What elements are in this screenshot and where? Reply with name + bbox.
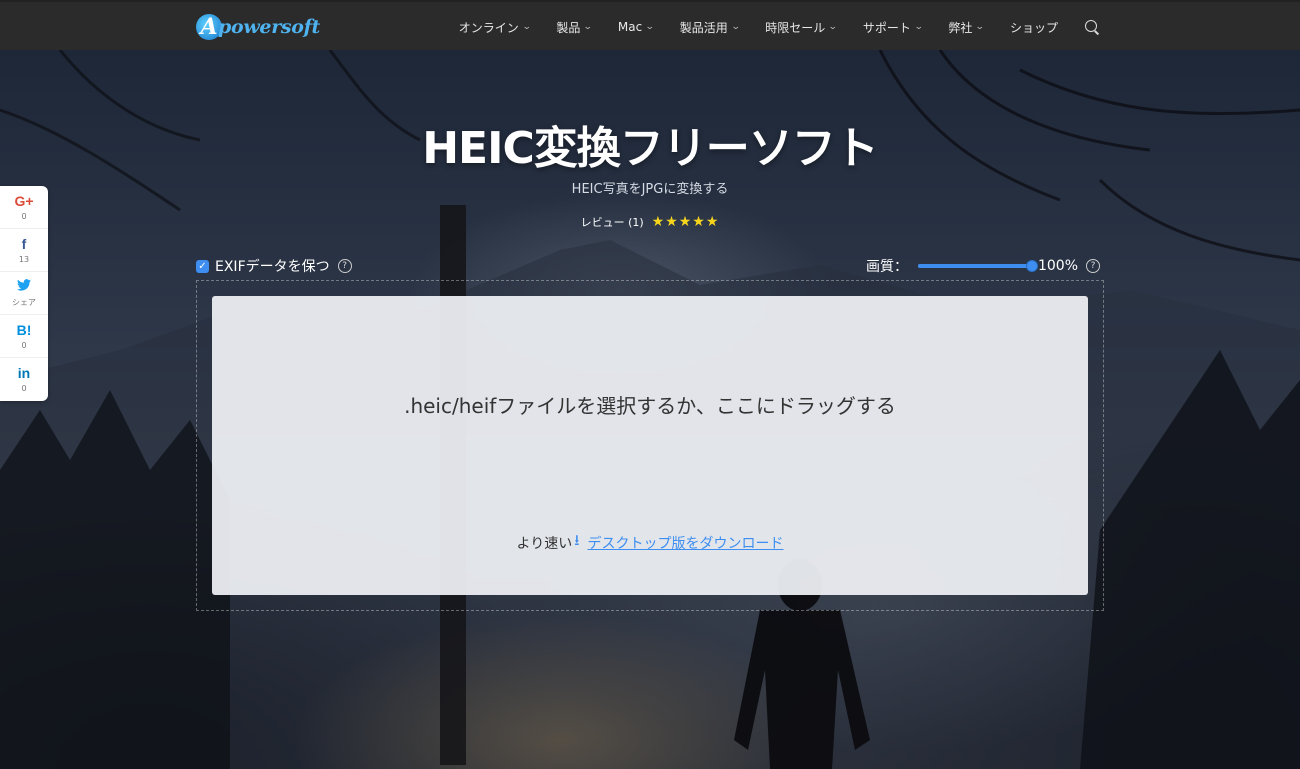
help-icon[interactable]: ?: [1086, 259, 1100, 273]
keep-exif-option[interactable]: ✓ EXIFデータを保つ ?: [196, 256, 352, 276]
share-hatena-button[interactable]: B! 0: [0, 315, 48, 358]
quality-value: 100%: [1037, 258, 1078, 274]
nav-item-mac[interactable]: Mac ⌄: [617, 20, 655, 34]
twitter-icon: [17, 278, 31, 294]
main-nav: オンライン ⌄ 製品 ⌄ Mac ⌄ 製品活用 ⌄ 時限セール ⌄ サポート ⌄…: [433, 2, 1100, 52]
nav-item-label: サポート: [862, 20, 911, 35]
review-label[interactable]: レビュー (1): [581, 214, 644, 230]
chevron-down-icon: ⌄: [730, 22, 741, 32]
chevron-down-icon: ⌄: [583, 22, 594, 32]
share-label: シェア: [12, 297, 36, 307]
nav-item-label: Mac: [617, 20, 643, 34]
chevron-down-icon: ⌄: [975, 22, 986, 32]
review-rating: レビュー (1) ★★★★★: [0, 214, 1300, 230]
page-title: HEIC変換フリーソフト: [422, 123, 879, 174]
nav-item-label: 弊社: [948, 20, 973, 35]
exif-checkbox[interactable]: ✓: [196, 259, 209, 273]
top-navigation-bar: A powersoft オンライン ⌄ 製品 ⌄ Mac ⌄ 製品活用 ⌄ 時限…: [0, 0, 1300, 50]
nav-item-support[interactable]: サポート ⌄: [862, 19, 924, 36]
logo-text: powersoft: [218, 16, 321, 38]
nav-item-online[interactable]: オンライン ⌄: [458, 19, 532, 36]
chevron-down-icon: ⌄: [913, 22, 924, 32]
exif-label: EXIFデータを保つ: [215, 259, 330, 275]
linkedin-icon: in: [17, 365, 31, 381]
search-icon[interactable]: [1084, 19, 1100, 35]
hatena-bookmark-icon: B!: [16, 321, 32, 338]
share-twitter-button[interactable]: シェア: [0, 272, 48, 315]
quality-control: 画質： 100% ?: [866, 256, 1100, 276]
share-facebook-button[interactable]: f 13: [0, 229, 48, 272]
nav-item-label: ショップ: [1009, 20, 1058, 35]
share-count: 13: [18, 254, 30, 264]
desktop-download-link[interactable]: デスクトップ版をダウンロード: [588, 533, 784, 553]
share-count: 0: [21, 384, 27, 393]
facebook-icon: f: [21, 235, 27, 252]
file-dropzone[interactable]: .heic/heifファイルを選択するか、ここにドラッグする より速い ⭳ デス…: [212, 296, 1088, 595]
help-icon[interactable]: ?: [337, 259, 352, 273]
download-icon: ⭳: [574, 531, 580, 549]
share-count: 0: [21, 340, 27, 350]
page-subtitle: HEIC写真をJPGに変換する: [571, 182, 729, 197]
nav-item-label: 製品: [556, 20, 581, 35]
nav-item-label: 製品活用: [679, 20, 728, 35]
chevron-down-icon: ⌄: [828, 22, 838, 32]
quality-slider[interactable]: [917, 260, 1038, 272]
nav-item-shop[interactable]: ショップ: [1010, 19, 1058, 36]
apowersoft-logo[interactable]: A powersoft: [196, 11, 320, 43]
nav-item-label: オンライン: [458, 20, 519, 35]
quality-label: 画質：: [865, 259, 908, 275]
share-linkedin-button[interactable]: in 0: [0, 358, 48, 401]
chevron-down-icon: ⌄: [645, 22, 655, 32]
nav-item-sale[interactable]: 時限セール ⌄: [765, 19, 838, 36]
quality-slider-fill: [917, 264, 1032, 268]
quality-slider-handle[interactable]: [1025, 260, 1038, 272]
nav-item-product-usage[interactable]: 製品活用 ⌄: [679, 19, 741, 36]
star-rating-icon: ★★★★★: [651, 214, 720, 230]
desktop-download-row: より速い ⭳ デスクトップ版をダウンロード: [212, 530, 1088, 555]
dropzone-prompt: .heic/heifファイルを選択するか、ここにドラッグする: [404, 394, 896, 418]
faster-label: より速い: [516, 535, 573, 552]
nav-item-label: 時限セール: [765, 20, 826, 35]
chevron-down-icon: ⌄: [521, 22, 532, 32]
nav-item-company[interactable]: 弊社 ⌄: [948, 19, 986, 36]
nav-item-products[interactable]: 製品 ⌄: [556, 19, 594, 36]
